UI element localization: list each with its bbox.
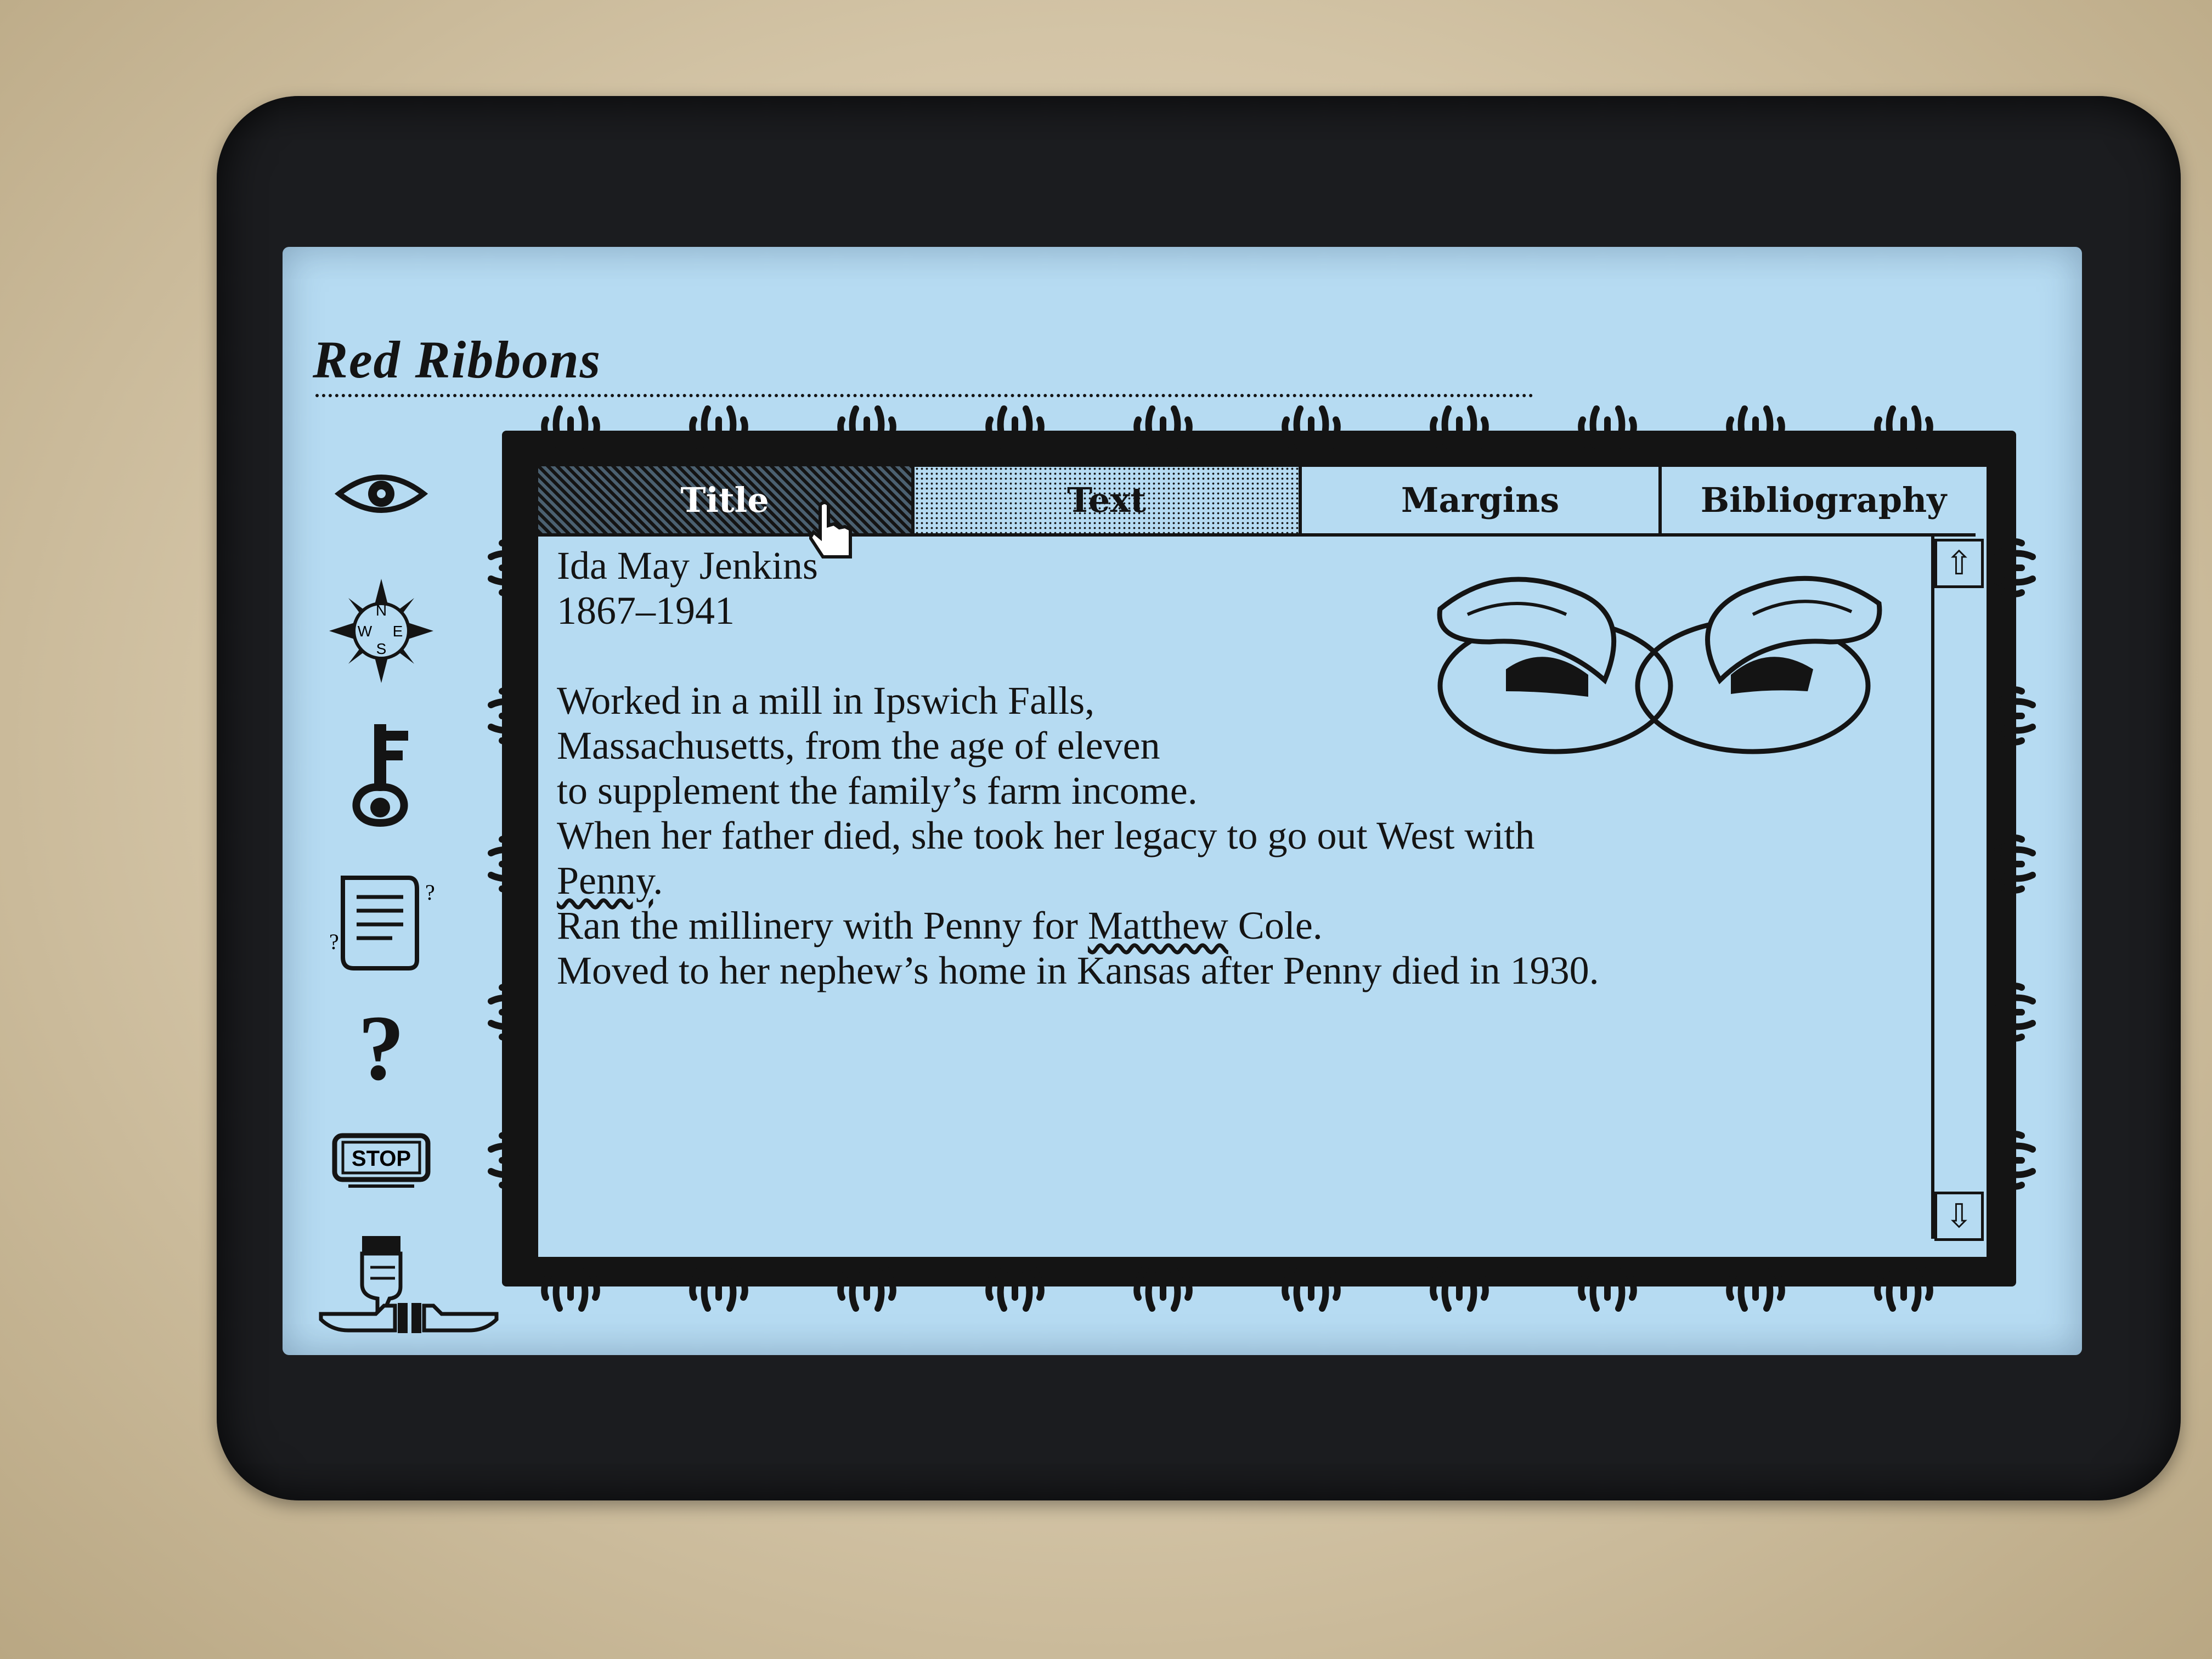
text-line-6: Ran the millinery with Penny for Matthew… <box>557 903 1928 948</box>
frame-finial <box>1133 405 1193 453</box>
tab-bar: Title Text Margins Bibliography <box>538 466 1976 537</box>
frame-finial <box>1578 405 1637 453</box>
arrow-up-icon: ⇧ <box>1945 544 1973 583</box>
scroll-up-button[interactable]: ⇧ <box>1934 539 1984 588</box>
hands-icon <box>319 1303 499 1333</box>
frame-finial <box>1989 834 2036 894</box>
stop-sign-icon: STOP <box>332 1133 431 1188</box>
frame-finial <box>985 1265 1045 1312</box>
frame-finial <box>488 983 535 1042</box>
compass-north: N <box>376 602 387 619</box>
frame-finial <box>488 686 535 746</box>
crt-screen: Red Ribbons N W S E ? ? ? STOP Title Tex… <box>283 247 2082 1355</box>
frame-finial <box>837 1265 896 1312</box>
text-line-5: Penny. <box>557 858 1928 903</box>
frame-finial <box>1430 405 1489 453</box>
eye-icon <box>335 475 428 513</box>
frame-finial <box>1578 1265 1637 1312</box>
compass-east: E <box>393 623 403 640</box>
eye-tool-button[interactable] <box>326 461 436 527</box>
tab-margins[interactable]: Margins <box>1302 466 1662 533</box>
frame-finial <box>488 538 535 597</box>
frame-finial <box>1874 405 1933 453</box>
tab-margins-label: Margins <box>1401 479 1560 520</box>
scroll-tool-button[interactable]: ? ? <box>326 867 436 977</box>
hand-cursor-icon <box>808 501 852 558</box>
frame-finial <box>488 834 535 894</box>
hats-illustration <box>1424 554 1895 776</box>
stop-label: STOP <box>352 1147 411 1171</box>
tab-title-label: Title <box>680 479 769 520</box>
scroll-down-button[interactable]: ⇩ <box>1934 1192 1984 1241</box>
frame-finial <box>689 405 748 453</box>
vertical-scrollbar[interactable] <box>1931 537 1982 1239</box>
link-penny[interactable]: Penny <box>557 859 653 902</box>
stop-button[interactable]: STOP <box>326 1119 436 1201</box>
tab-text[interactable]: Text <box>915 466 1302 533</box>
text-line-7: Moved to her nephew’s home in Kansas aft… <box>557 949 1599 992</box>
text-line-5-suffix: . <box>653 859 663 902</box>
compass-tool-button[interactable]: N W S E <box>326 576 436 686</box>
frame-finial <box>1726 405 1785 453</box>
frame-finial <box>985 405 1045 453</box>
scroll-icon: ? ? <box>329 876 435 970</box>
compass-south: S <box>376 640 387 657</box>
frame-finial <box>1133 1265 1193 1312</box>
frame-finial <box>541 405 600 453</box>
link-matthew[interactable]: Matthew <box>1088 904 1228 947</box>
title-underline <box>315 394 1533 397</box>
frame-finial <box>1726 1265 1785 1312</box>
svg-text:?: ? <box>329 929 339 954</box>
navigate-hands-button[interactable] <box>315 1289 502 1341</box>
frame-finial <box>488 1131 535 1190</box>
key-tool-button[interactable] <box>326 719 436 828</box>
frame-finial <box>1282 405 1341 453</box>
frame-finial <box>837 405 896 453</box>
compass-icon: N W S E <box>329 579 433 683</box>
frame-finial <box>1989 686 2036 746</box>
frame-finial <box>1282 1265 1341 1312</box>
tab-text-label: Text <box>1066 479 1147 520</box>
frame-finial <box>1430 1265 1489 1312</box>
tab-bibliography[interactable]: Bibliography <box>1662 466 1985 533</box>
arrow-down-icon: ⇩ <box>1945 1197 1973 1235</box>
mouse-cursor <box>808 499 859 568</box>
frame-finial <box>1989 538 2036 597</box>
compass-west: W <box>358 623 373 640</box>
frame-finial <box>1989 1131 2036 1190</box>
text-line-6-suffix: Cole. <box>1228 904 1323 947</box>
frame-finial <box>1989 983 2036 1042</box>
frame-finial <box>689 1265 748 1312</box>
app-title: Red Ribbons <box>313 330 602 389</box>
svg-text:?: ? <box>425 880 435 905</box>
frame-finial <box>541 1265 600 1312</box>
text-line-6-prefix: Ran the millinery with Penny for <box>557 904 1088 947</box>
help-button[interactable]: ? <box>326 996 436 1099</box>
key-icon <box>352 724 408 827</box>
frame-finial <box>1874 1265 1933 1312</box>
tab-bibliography-label: Bibliography <box>1700 479 1947 520</box>
text-line-4: When her father died, she took her legac… <box>557 814 1535 857</box>
